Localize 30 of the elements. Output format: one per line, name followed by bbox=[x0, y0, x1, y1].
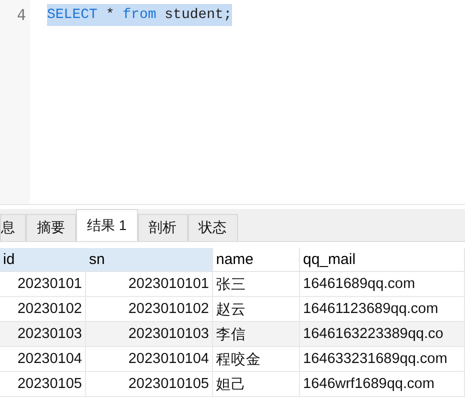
result-tab[interactable]: 状态 bbox=[188, 214, 238, 241]
column-header[interactable]: name bbox=[213, 248, 300, 272]
table-cell: 1646163223389qq.co bbox=[300, 322, 465, 347]
table-cell: 程咬金 bbox=[213, 347, 300, 372]
column-header[interactable]: qq_mail bbox=[300, 248, 465, 272]
table-cell: 20230104 bbox=[0, 347, 86, 372]
column-header[interactable]: id bbox=[0, 248, 86, 272]
table-cell: 20230105 bbox=[0, 372, 86, 397]
table-cell: 20230103 bbox=[0, 322, 86, 347]
table-cell: 2023010104 bbox=[86, 347, 213, 372]
table-cell: 20230102 bbox=[0, 297, 86, 322]
result-tab[interactable]: 息 bbox=[0, 214, 26, 241]
table-cell: 赵云 bbox=[213, 297, 300, 322]
table-cell: 1646wrf1689qq.com bbox=[300, 372, 465, 397]
table-cell: 2023010105 bbox=[86, 372, 213, 397]
table-cell: 张三 bbox=[213, 272, 300, 297]
column-header[interactable]: sn bbox=[86, 248, 213, 272]
table-cell: 16461689qq.com bbox=[300, 272, 465, 297]
table-cell: 2023010103 bbox=[86, 322, 213, 347]
table-cell: 20230101 bbox=[0, 272, 86, 297]
table-cell: 164633231689qq.com bbox=[300, 347, 465, 372]
result-tab[interactable]: 剖析 bbox=[138, 214, 188, 241]
table-cell: 16461123689qq.com bbox=[300, 297, 465, 322]
result-tab[interactable]: 结果 1 bbox=[76, 209, 138, 241]
table-cell: 妲己 bbox=[213, 372, 300, 397]
table-cell: 2023010102 bbox=[86, 297, 213, 322]
table-cell: 2023010101 bbox=[86, 272, 213, 297]
result-tab[interactable]: 摘要 bbox=[26, 214, 76, 241]
line-number: 4 bbox=[16, 5, 27, 26]
table-cell: 李信 bbox=[213, 322, 300, 347]
